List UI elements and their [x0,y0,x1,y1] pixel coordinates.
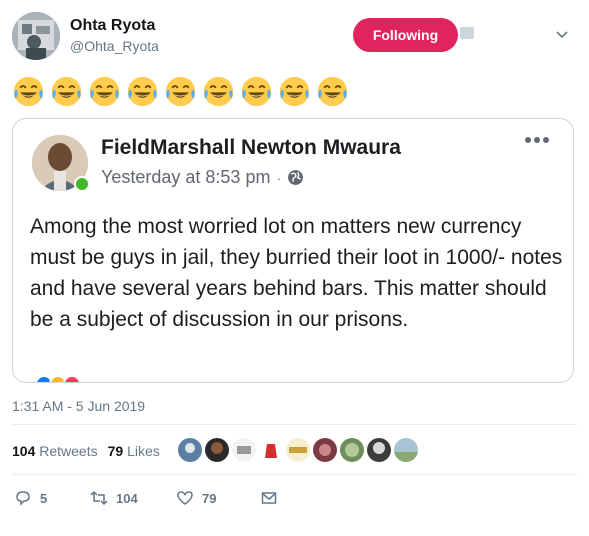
tears-of-joy-emoji-icon [50,75,83,108]
tears-of-joy-emoji-icon [126,75,159,108]
direct-message-button[interactable] [260,489,278,507]
retweet-count: 104 [116,490,138,506]
tweet-actions: 5 104 79 [14,488,278,508]
like-button[interactable]: 79 [176,489,260,507]
tweet-header: Ohta Ryota @Ohta_Ryota Following [12,12,577,62]
tears-of-joy-emoji-icon [202,75,235,108]
emoji-row [12,75,349,109]
quoted-post[interactable]: FieldMarshall Newton Mwaura Yesterday at… [12,118,574,383]
liker-avatar[interactable] [394,438,418,462]
liker-avatar[interactable] [286,438,310,462]
reply-button[interactable]: 5 [14,489,90,507]
retweets-stat[interactable]: 104 Retweets [12,443,98,459]
divider [12,474,577,475]
tears-of-joy-emoji-icon [164,75,197,108]
divider [12,424,577,425]
liker-avatar[interactable] [232,438,256,462]
likes-count: 79 [107,443,124,459]
tweet-stats: 104 Retweets 79 Likes [12,443,160,459]
liker-avatar[interactable] [178,438,202,462]
liker-avatar[interactable] [340,438,364,462]
reply-icon [16,491,30,506]
quoted-post-time: Yesterday at 8:53 pm · [101,167,304,188]
author-avatar[interactable] [12,12,60,60]
liker-avatar[interactable] [205,438,229,462]
more-options-icon[interactable] [525,133,555,147]
author-handle[interactable]: @Ohta_Ryota [70,38,159,54]
tears-of-joy-emoji-icon [316,75,349,108]
author-name[interactable]: Ohta Ryota [70,17,155,35]
like-count: 79 [202,490,217,506]
liker-avatar[interactable] [367,438,391,462]
tweet-timestamp[interactable]: 1:31 AM - 5 Jun 2019 [12,398,145,414]
likes-label: Likes [127,443,160,459]
retweet-icon [90,490,108,506]
heart-icon [177,491,193,505]
reply-count: 5 [40,490,48,506]
tears-of-joy-emoji-icon [88,75,121,108]
quoted-post-text: Among the most worried lot on matters ne… [30,215,563,331]
liker-avatar[interactable] [259,438,283,462]
quoted-post-timestamp[interactable]: Yesterday at 8:53 pm [101,167,270,188]
following-button[interactable]: Following [353,18,458,52]
retweet-button[interactable]: 104 [90,489,176,507]
online-indicator [74,176,90,192]
quoted-author-name[interactable]: FieldMarshall Newton Mwaura [101,136,401,160]
globe-icon [288,170,304,185]
likes-stat[interactable]: 79 Likes [108,443,160,459]
separator-dot: · [276,169,282,186]
retweets-count: 104 [12,443,36,459]
notification-icon[interactable] [460,27,474,39]
liker-avatars [178,438,418,462]
retweets-label: Retweets [39,443,98,459]
envelope-icon [261,492,277,504]
reaction-icons[interactable] [35,375,81,382]
tears-of-joy-emoji-icon [278,75,311,108]
tears-of-joy-emoji-icon [240,75,273,108]
liker-avatar[interactable] [313,438,337,462]
tears-of-joy-emoji-icon [12,75,45,108]
chevron-down-icon[interactable] [555,28,569,42]
